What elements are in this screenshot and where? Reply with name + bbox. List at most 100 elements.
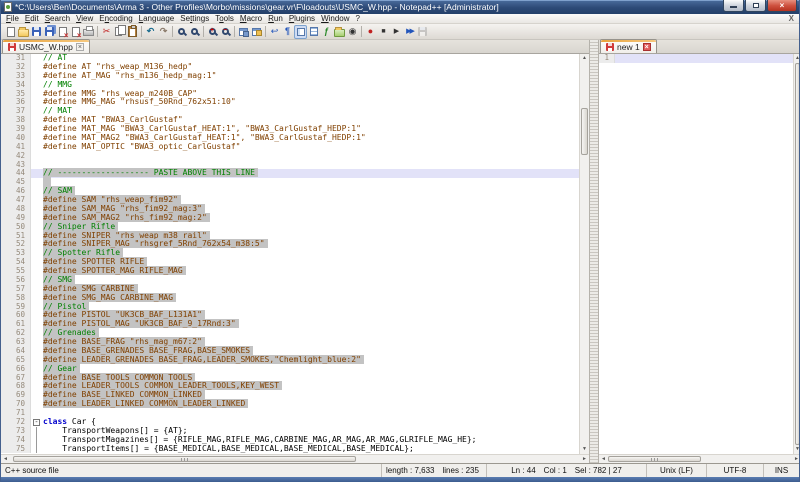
code-line[interactable]: 36#define MMG_MAG "rhsusf_50Rnd_762x51:1… — [1, 98, 589, 107]
macro-play-icon[interactable]: ▶ — [390, 25, 403, 39]
save-icon[interactable] — [30, 25, 43, 39]
status-insert-mode[interactable]: INS — [763, 464, 799, 477]
tab-new-1[interactable]: new 1× — [600, 39, 657, 53]
cut-icon[interactable]: ✂ — [100, 25, 113, 39]
code-line[interactable]: 41#define MAT_OPTIC "BWA3_optic_CarlGust… — [1, 143, 589, 152]
fold-collapse-icon[interactable]: - — [31, 418, 43, 427]
scroll-right-arrow[interactable]: ► — [792, 455, 800, 463]
code-line[interactable]: 70#define LEADER_LINKED COMMON_LEADER_LI… — [1, 400, 589, 409]
menu-window[interactable]: Window — [318, 14, 352, 24]
tab-usmc_w.hpp[interactable]: USMC_W.hpp× — [2, 39, 90, 53]
macro-stop-icon[interactable]: ■ — [377, 25, 390, 39]
code-line[interactable]: 45 — [1, 178, 589, 187]
copy-icon[interactable] — [113, 25, 126, 39]
pane-splitter[interactable] — [589, 40, 599, 463]
fold-margin — [615, 54, 627, 63]
menu-edit[interactable]: Edit — [22, 14, 42, 24]
line-number[interactable]: 75 — [1, 445, 31, 454]
macro-record-icon[interactable]: ● — [364, 25, 377, 39]
editor-right[interactable]: 1 — [599, 54, 800, 454]
sync-vertical-icon[interactable] — [237, 25, 250, 39]
scroll-up-arrow[interactable]: ▲ — [580, 54, 589, 63]
close-button[interactable]: × — [767, 0, 797, 12]
show-all-characters-icon[interactable]: ¶ — [281, 25, 294, 39]
line-text — [43, 152, 589, 161]
scroll-left-arrow[interactable]: ◄ — [1, 455, 10, 463]
code-line[interactable]: 75 TransportItems[] = {BASE_MEDICAL,BASE… — [1, 445, 589, 454]
menu-language[interactable]: Language — [136, 14, 178, 24]
scroll-down-arrow[interactable]: ▼ — [794, 445, 800, 454]
code-line[interactable]: 55#define SPOTTER_MAG RIFLE_MAG — [1, 267, 589, 276]
scroll-up-arrow[interactable]: ▲ — [794, 54, 800, 63]
code-line[interactable]: 58#define SMG_MAG CARBINE_MAG — [1, 294, 589, 303]
document-map-icon[interactable] — [307, 25, 320, 39]
horizontal-scroll-thumb[interactable] — [13, 456, 356, 462]
monitoring-icon[interactable]: ◉ — [346, 25, 359, 39]
redo-icon[interactable]: ↷ — [157, 25, 170, 39]
tab-close-icon[interactable]: × — [76, 43, 84, 51]
menu-run[interactable]: Run — [265, 14, 286, 24]
line-text: #define SNIPER_MAG "rhsgref_5Rnd_762x54_… — [43, 240, 589, 249]
scroll-right-arrow[interactable]: ► — [580, 455, 589, 463]
replace-icon[interactable] — [188, 25, 201, 39]
code-line[interactable]: 65#define LEADER_GRENADES BASE_FRAG,LEAD… — [1, 356, 589, 365]
close-icon[interactable] — [56, 25, 69, 39]
code-token: #define BASE_LINKED COMMON_LINKED — [43, 390, 205, 399]
horizontal-scrollbar-right[interactable]: ◄ ► — [599, 454, 800, 463]
maximize-button[interactable] — [745, 0, 766, 12]
code-line[interactable]: 42 — [1, 152, 589, 161]
close-all-icon[interactable] — [69, 25, 82, 39]
vertical-scroll-thumb[interactable] — [581, 108, 588, 155]
tab-close-icon[interactable]: × — [643, 43, 651, 51]
menu-settings[interactable]: Settings — [177, 14, 212, 24]
menu-tools[interactable]: Tools — [212, 14, 237, 24]
status-eol-format[interactable]: Unix (LF) — [646, 464, 706, 477]
folder-as-workspace-icon[interactable] — [333, 25, 346, 39]
scroll-down-arrow[interactable]: ▼ — [580, 445, 589, 454]
find-icon[interactable] — [175, 25, 188, 39]
code-line[interactable]: 1 — [599, 54, 800, 63]
fold-minus-box[interactable]: - — [33, 419, 40, 426]
menu-help[interactable]: ? — [353, 14, 363, 24]
macro-save-icon[interactable] — [416, 25, 429, 39]
save-all-icon[interactable] — [43, 25, 56, 39]
horizontal-scroll-thumb[interactable] — [608, 456, 701, 462]
fold-margin — [31, 374, 43, 383]
scroll-left-arrow[interactable]: ◄ — [599, 455, 608, 463]
open-file-icon[interactable] — [17, 25, 30, 39]
menu-encoding[interactable]: Encoding — [96, 14, 135, 24]
fold-margin — [31, 311, 43, 320]
function-list-icon[interactable]: ƒ — [320, 25, 333, 39]
print-icon[interactable] — [82, 25, 95, 39]
minimize-button[interactable] — [723, 0, 744, 12]
document-close-icon[interactable]: X — [789, 14, 794, 23]
menu-macro[interactable]: Macro — [237, 14, 265, 24]
menu-view[interactable]: View — [73, 14, 96, 24]
fold-margin — [31, 338, 43, 347]
sync-horizontal-icon[interactable] — [250, 25, 263, 39]
code-token: TransportItems[] = {BASE_MEDICAL,BASE_ME… — [43, 444, 414, 453]
menu-search[interactable]: Search — [42, 14, 73, 24]
new-file-icon[interactable] — [4, 25, 17, 39]
macro-run-multiple-icon[interactable]: ▶▶ — [403, 25, 416, 39]
vertical-scroll-thumb[interactable] — [795, 63, 800, 445]
code-line[interactable]: 33#define AT_MAG "rhs_m136_hedp_mag:1" — [1, 72, 589, 81]
zoom-in-icon[interactable] — [206, 25, 219, 39]
code-line[interactable]: 44// ------------------- PASTE ABOVE THI… — [1, 169, 589, 178]
fold-margin — [31, 240, 43, 249]
horizontal-scrollbar-left[interactable]: ◄ ► — [1, 454, 589, 463]
zoom-out-icon[interactable] — [219, 25, 232, 39]
vertical-scrollbar-right[interactable]: ▲ ▼ — [793, 54, 800, 454]
title-bar[interactable]: *C:\Users\Ben\Documents\Arma 3 - Other P… — [1, 0, 799, 14]
menu-plugins[interactable]: Plugins — [286, 14, 318, 24]
toolbar-separator — [141, 26, 142, 37]
indent-guide-icon[interactable] — [294, 25, 307, 39]
menu-file[interactable]: File — [3, 14, 22, 24]
vertical-scrollbar-left[interactable]: ▲ ▼ — [579, 54, 589, 454]
status-encoding[interactable]: UTF-8 — [706, 464, 763, 477]
undo-icon[interactable]: ↶ — [144, 25, 157, 39]
editor-left[interactable]: 31// AT32#define AT "rhs_weap_M136_hedp"… — [1, 54, 589, 454]
line-number[interactable]: 1 — [599, 54, 615, 63]
word-wrap-icon[interactable]: ↩ — [268, 25, 281, 39]
paste-icon[interactable] — [126, 25, 139, 39]
